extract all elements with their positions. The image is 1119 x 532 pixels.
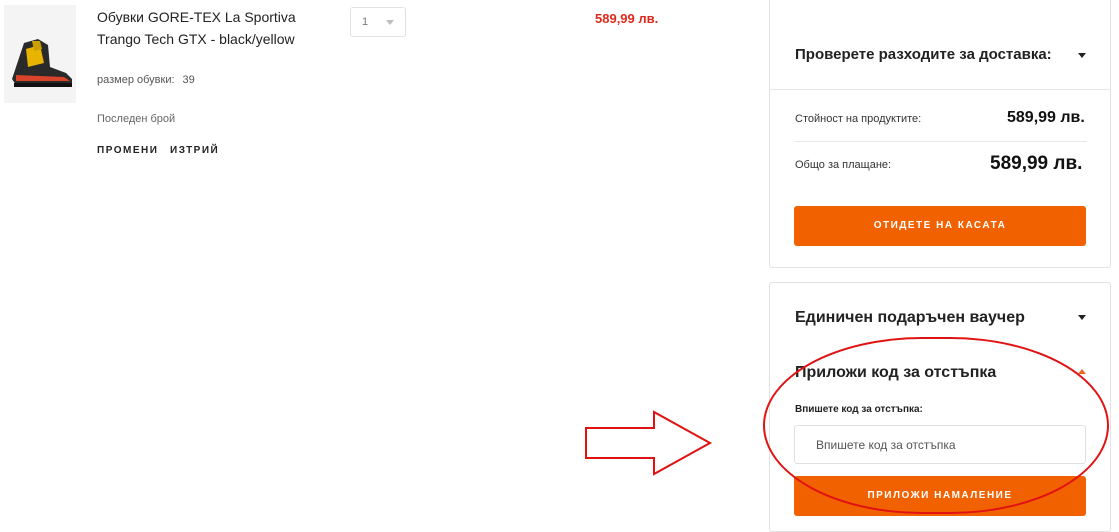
apply-discount-button[interactable]: ПРИЛОЖИ НАМАЛЕНИЕ	[794, 476, 1086, 516]
delete-link[interactable]: ИЗТРИЙ	[170, 145, 219, 156]
divider	[770, 89, 1110, 90]
shipping-cost-title[interactable]: Проверете разходите за доставка:	[795, 46, 1052, 63]
hiking-boot-icon	[12, 39, 72, 87]
discount-input-label: Впишете код за отстъпка:	[795, 404, 923, 415]
quantity-value: 1	[362, 16, 369, 28]
size-value: 39	[182, 74, 195, 86]
edit-link[interactable]: ПРОМЕНИ	[97, 145, 158, 156]
products-value-label: Стойност на продуктите:	[795, 113, 922, 125]
total-label: Общо за плащане:	[795, 159, 892, 171]
divider	[795, 141, 1087, 142]
stock-note: Последен брой	[97, 113, 176, 125]
gift-voucher-title[interactable]: Единичен подаръчен ваучер	[795, 309, 1025, 327]
products-value: 589,99 лв.	[1007, 109, 1085, 126]
checkout-button[interactable]: ОТИДЕТЕ НА КАСАТА	[794, 206, 1086, 246]
total-value: 589,99 лв.	[990, 153, 1083, 174]
quantity-select[interactable]: 1	[350, 7, 406, 37]
discount-code-input[interactable]	[794, 425, 1086, 464]
right-arrow-icon	[585, 410, 713, 476]
product-name[interactable]: Обувки GORE-TEX La Sportiva Trango Tech …	[97, 6, 317, 50]
discount-code-title[interactable]: Приложи код за отстъпка	[795, 364, 996, 382]
size-label: размер обувки:	[97, 74, 175, 86]
chevron-down-icon[interactable]	[1078, 315, 1086, 320]
chevron-up-icon[interactable]	[1078, 369, 1086, 374]
chevron-down-icon[interactable]	[1078, 53, 1086, 58]
product-size: размер обувки: 39	[97, 74, 203, 86]
chevron-down-icon	[386, 20, 394, 25]
product-image[interactable]	[4, 5, 76, 103]
product-price: 589,99 лв.	[595, 11, 659, 26]
